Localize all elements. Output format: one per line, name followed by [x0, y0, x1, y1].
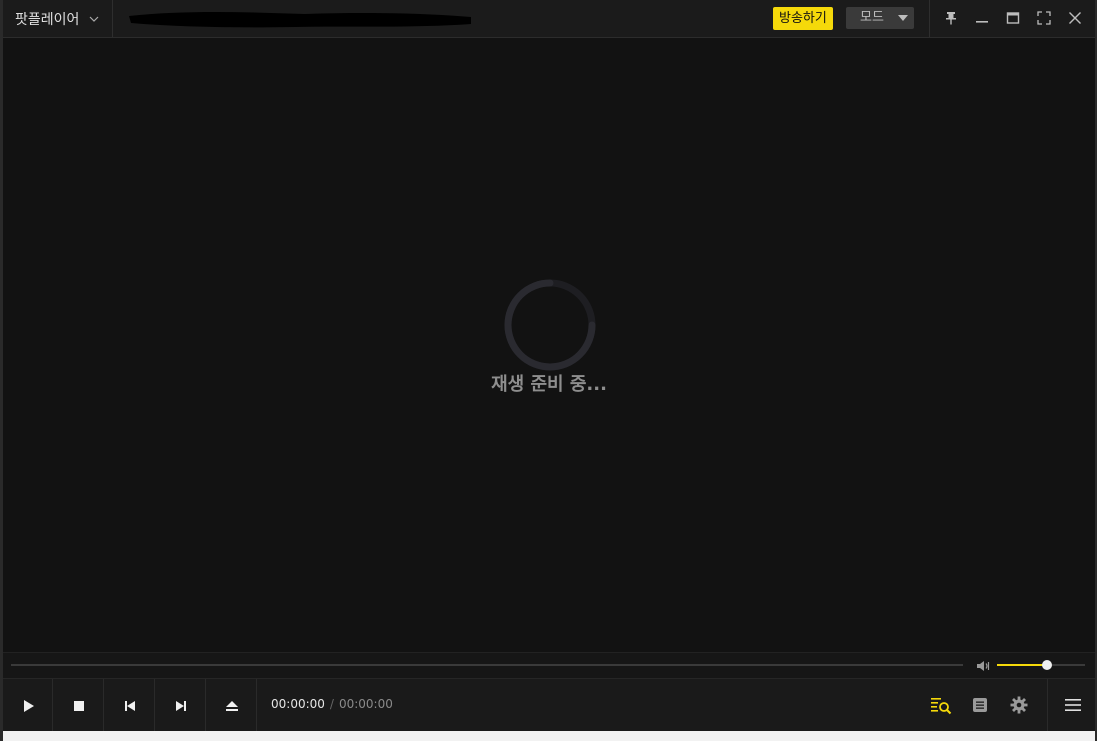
gear-icon [1010, 696, 1028, 714]
redacted-file-title [129, 12, 471, 28]
playlist-search-icon [931, 698, 952, 715]
seek-bar[interactable] [11, 664, 963, 666]
eject-button[interactable] [207, 679, 257, 732]
fullscreen-icon [1037, 11, 1051, 25]
stop-icon [73, 700, 84, 711]
potplayer-window: 팟플레이어 방송하기 모드 재생 준비 중... 00:00:00 / 00:0… [0, 0, 1097, 741]
close-icon [1069, 12, 1081, 24]
fullscreen-button[interactable] [1034, 8, 1054, 28]
title-divider [929, 0, 930, 37]
mode-dropdown[interactable]: 모드 [846, 7, 914, 29]
desktop-background-strip [3, 731, 1095, 741]
volume-slider[interactable] [997, 660, 1085, 670]
pin-icon [946, 12, 956, 25]
chevron-down-icon [89, 16, 99, 22]
play-icon [23, 699, 34, 712]
settings-button[interactable] [1006, 692, 1032, 718]
close-button[interactable] [1065, 8, 1085, 28]
title-bar: 팟플레이어 방송하기 모드 [3, 0, 1095, 38]
playlist-search-button[interactable] [928, 692, 954, 718]
duration-time: 00:00:00 [338, 697, 393, 711]
volume-handle[interactable] [1042, 660, 1053, 670]
minimize-icon [976, 21, 988, 23]
time-display[interactable]: 00:00:00 / 00:00:00 [271, 697, 393, 711]
control-bar: 00:00:00 / 00:00:00 [3, 678, 1095, 732]
maximize-button[interactable] [1003, 8, 1023, 28]
caret-down-icon [898, 15, 908, 21]
minimize-button[interactable] [972, 8, 992, 28]
speaker-icon[interactable] [975, 658, 991, 674]
next-icon [175, 700, 186, 711]
mode-label: 모드 [860, 10, 884, 25]
previous-button[interactable] [105, 679, 155, 732]
volume-fill [997, 664, 1048, 666]
previous-icon [124, 700, 135, 711]
loading-status-text: 재생 준비 중... [491, 374, 607, 395]
broadcast-button[interactable]: 방송하기 [773, 7, 833, 30]
chapter-button[interactable] [967, 692, 993, 718]
app-menu-button[interactable]: 팟플레이어 [3, 0, 113, 37]
pin-button[interactable] [941, 8, 961, 28]
video-area[interactable]: 재생 준비 중... [3, 38, 1095, 652]
menu-divider [1047, 679, 1048, 732]
play-button[interactable] [3, 679, 53, 732]
time-separator: / [329, 697, 334, 711]
chapter-icon [973, 698, 987, 712]
hamburger-menu-icon [1065, 699, 1081, 711]
maximize-icon [1006, 12, 1020, 24]
eject-icon [225, 700, 238, 711]
main-menu-button[interactable] [1060, 692, 1086, 718]
app-name: 팟플레이어 [15, 11, 80, 28]
next-button[interactable] [156, 679, 206, 732]
stop-button[interactable] [54, 679, 104, 732]
current-time: 00:00:00 [271, 697, 325, 711]
seek-row [3, 652, 1095, 679]
loading-spinner-icon [504, 279, 596, 371]
